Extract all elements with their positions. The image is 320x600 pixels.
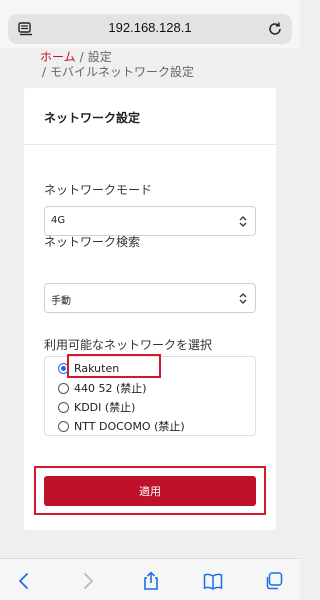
apply-button[interactable]: 適用 xyxy=(44,476,256,506)
radio-icon[interactable] xyxy=(58,401,69,413)
network-mode-label: ネットワークモード xyxy=(44,183,153,197)
breadcrumb-home-link[interactable]: ホーム xyxy=(40,50,76,64)
chevron-up-down-icon xyxy=(239,293,247,304)
chevron-up-down-icon xyxy=(239,216,247,227)
network-mode-select[interactable]: 4G xyxy=(44,206,256,236)
browser-bottom-toolbar xyxy=(0,558,300,600)
breadcrumb-separator: / xyxy=(79,50,84,64)
url-text[interactable]: 192.168.128.1 xyxy=(8,20,292,35)
network-option-label: 440 52 (禁止) xyxy=(74,382,147,395)
breadcrumb-current: モバイルネットワーク設定 xyxy=(50,65,195,79)
tabs-icon[interactable] xyxy=(264,571,284,591)
breadcrumb-settings[interactable]: 設定 xyxy=(88,50,112,64)
bookmarks-icon[interactable] xyxy=(203,571,223,591)
network-mode-value: 4G xyxy=(51,215,66,226)
network-option-label: KDDI (禁止) xyxy=(74,401,136,414)
address-bar[interactable]: 192.168.128.1 xyxy=(8,14,292,44)
breadcrumb-line-2: / モバイルネットワーク設定 xyxy=(40,65,280,80)
breadcrumb-separator: / xyxy=(42,65,47,79)
reload-icon[interactable] xyxy=(267,21,283,37)
network-option-kddi[interactable]: KDDI (禁止) xyxy=(58,398,135,416)
rakuten-highlight-box xyxy=(67,354,161,378)
back-icon[interactable] xyxy=(14,571,34,591)
radio-icon[interactable] xyxy=(58,382,69,394)
available-networks-label: 利用可能なネットワークを選択 xyxy=(44,338,213,352)
network-settings-card: ネットワーク設定 ネットワークモード 4G ネットワーク検索 手動 利用可能なネ… xyxy=(24,88,276,530)
network-option-ntt-docomo[interactable]: NTT DOCOMO (禁止) xyxy=(58,417,185,435)
card-title: ネットワーク設定 xyxy=(44,111,141,125)
breadcrumb: ホーム / 設定 / モバイルネットワーク設定 xyxy=(40,50,280,80)
network-search-label: ネットワーク検索 xyxy=(44,235,141,249)
forward-icon[interactable] xyxy=(78,571,98,591)
network-search-value: 手動 xyxy=(51,296,71,307)
radio-icon[interactable] xyxy=(58,420,69,432)
share-icon[interactable] xyxy=(141,571,161,591)
divider xyxy=(24,144,276,145)
browser-top-bar: 192.168.128.1 xyxy=(0,0,300,48)
network-option-label: NTT DOCOMO (禁止) xyxy=(74,420,185,433)
network-option-440-52[interactable]: 440 52 (禁止) xyxy=(58,379,147,397)
network-search-select[interactable]: 手動 xyxy=(44,283,256,313)
